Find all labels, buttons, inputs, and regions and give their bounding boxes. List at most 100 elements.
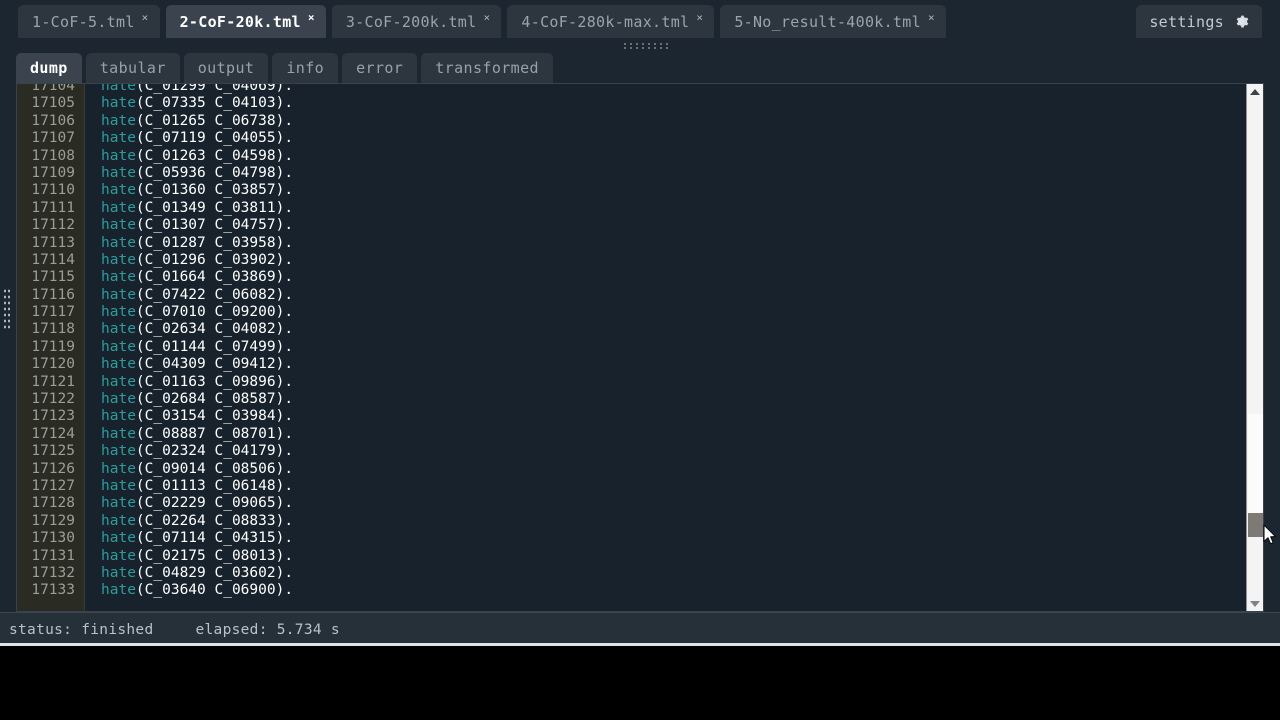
tab-error[interactable]: error <box>342 53 418 83</box>
arguments-token: (C_07010 C_09200). <box>135 304 294 321</box>
arguments-token: (C_01307 C_04757). <box>135 217 294 234</box>
line-number: 17119 <box>31 338 75 355</box>
tab-info[interactable]: info <box>272 53 339 83</box>
predicate-token: hate <box>101 321 136 338</box>
file-tab-3[interactable]: 3-CoF-200k.tml × <box>331 5 502 38</box>
predicate-token: hate <box>101 304 136 321</box>
line-number: 17125 <box>31 443 75 460</box>
code-line: hate(C_02229 C_09065). <box>101 495 1246 512</box>
scroll-down-button[interactable] <box>1246 596 1263 611</box>
predicate-token: hate <box>101 234 136 251</box>
arguments-token: (C_02175 C_08013). <box>135 547 294 564</box>
line-number-gutter: 17104 17105 17106 17107 17108 17109 17110 17111… <box>17 84 85 611</box>
vertical-scrollbar[interactable] <box>1246 84 1263 611</box>
line-number: 17127 <box>31 477 75 494</box>
predicate-token: hate <box>101 199 136 216</box>
code-line: hate(C_01360 C_03857). <box>101 182 1246 199</box>
close-icon[interactable]: × <box>308 11 315 24</box>
tab-transformed[interactable]: transformed <box>421 53 553 83</box>
predicate-token: hate <box>101 425 136 442</box>
code-line: hate(C_01299 C_04069). <box>101 84 1246 95</box>
line-number: 17115 <box>31 269 75 286</box>
tab-tabular[interactable]: tabular <box>85 53 180 83</box>
arguments-token: (C_01664 C_03869). <box>135 269 294 286</box>
tab-dump[interactable]: dump <box>16 53 82 83</box>
code-line: hate(C_05936 C_04798). <box>101 165 1246 182</box>
arguments-token: (C_03154 C_03984). <box>135 408 294 425</box>
scrollbar-track[interactable] <box>1248 414 1263 513</box>
tab-output[interactable]: output <box>183 53 269 83</box>
result-panel: dump tabular output info error transform… <box>0 46 1280 612</box>
scrollbar-thumb[interactable] <box>1248 513 1263 537</box>
arguments-token: (C_01296 C_03902). <box>135 251 294 268</box>
line-number: 17111 <box>31 199 75 216</box>
status-text: status: finished <box>9 621 154 638</box>
code-line: hate(C_01163 C_09896). <box>101 374 1246 391</box>
arguments-token: (C_09014 C_08506). <box>135 460 294 477</box>
predicate-token: hate <box>101 217 136 234</box>
arguments-token: (C_01287 C_03958). <box>135 234 294 251</box>
chevron-up-icon <box>1250 88 1260 95</box>
line-number: 17116 <box>31 286 75 303</box>
close-icon[interactable]: × <box>142 11 149 24</box>
vertical-drag-handle[interactable] <box>3 288 12 330</box>
chevron-down-icon <box>1250 600 1260 607</box>
arguments-token: (C_01360 C_03857). <box>135 182 294 199</box>
code-line: hate(C_02684 C_08587). <box>101 391 1246 408</box>
close-icon[interactable]: × <box>696 11 703 24</box>
file-tab-label: 5-No_result-400k.tml <box>734 12 921 31</box>
arguments-token: (C_07114 C_04315). <box>135 530 294 547</box>
line-number: 17124 <box>31 425 75 442</box>
scroll-up-button[interactable] <box>1246 84 1263 99</box>
line-number: 17132 <box>31 564 75 581</box>
code-line: hate(C_04309 C_09412). <box>101 356 1246 373</box>
dump-view: 17104 17105 17106 17107 17108 17109 17110 17111… <box>16 83 1264 612</box>
arguments-token: (C_07335 C_04103). <box>135 95 294 112</box>
arguments-token: (C_01299 C_04069). <box>135 84 294 94</box>
predicate-token: hate <box>101 530 136 547</box>
code-line: hate(C_09014 C_08506). <box>101 461 1246 478</box>
horizontal-drag-handle[interactable] <box>622 42 668 49</box>
line-number: 17120 <box>31 356 75 373</box>
code-scroll-area[interactable]: 17104 17105 17106 17107 17108 17109 17110 17111… <box>17 84 1246 611</box>
line-number: 17121 <box>31 373 75 390</box>
close-icon[interactable]: × <box>928 11 935 24</box>
arguments-token: (C_02634 C_04082). <box>135 321 294 338</box>
code-line: hate(C_01265 C_06738). <box>101 113 1246 130</box>
arguments-token: (C_02229 C_09065). <box>135 495 294 512</box>
predicate-token: hate <box>101 164 136 181</box>
line-number: 17108 <box>31 147 75 164</box>
line-number: 17130 <box>31 530 75 547</box>
file-tab-2[interactable]: 2-CoF-20k.tml × <box>165 5 326 38</box>
arguments-token: (C_07422 C_06082). <box>135 286 294 303</box>
file-tab-4[interactable]: 4-CoF-280k-max.tml × <box>507 5 715 38</box>
settings-button[interactable]: settings <box>1136 5 1262 38</box>
code-line: hate(C_03640 C_06900). <box>101 582 1246 599</box>
code-line: hate(C_02634 C_04082). <box>101 321 1246 338</box>
predicate-token: hate <box>101 84 136 94</box>
line-number: 17113 <box>31 234 75 251</box>
arguments-token: (C_01265 C_06738). <box>135 112 294 129</box>
predicate-token: hate <box>101 408 136 425</box>
arguments-token: (C_02324 C_04179). <box>135 443 294 460</box>
predicate-token: hate <box>101 147 136 164</box>
file-tab-label: 4-CoF-280k-max.tml <box>521 12 690 31</box>
line-number: 17131 <box>31 547 75 564</box>
line-number: 17128 <box>31 495 75 512</box>
code-line: hate(C_01263 C_04598). <box>101 148 1246 165</box>
predicate-token: hate <box>101 251 136 268</box>
file-tab-1[interactable]: 1-CoF-5.tml × <box>18 5 160 38</box>
code-line: hate(C_04829 C_03602). <box>101 565 1246 582</box>
result-tab-bar: dump tabular output info error transform… <box>16 46 1264 83</box>
line-number: 17129 <box>31 512 75 529</box>
close-icon[interactable]: × <box>483 11 490 24</box>
arguments-token: (C_01349 C_03811). <box>135 199 294 216</box>
line-number: 17112 <box>31 217 75 234</box>
predicate-token: hate <box>101 286 136 303</box>
line-number: 17104 <box>31 84 75 94</box>
file-tab-5[interactable]: 5-No_result-400k.tml × <box>720 5 946 38</box>
predicate-token: hate <box>101 112 136 129</box>
arguments-token: (C_03640 C_06900). <box>135 582 294 599</box>
line-number: 17107 <box>31 130 75 147</box>
arguments-token: (C_07119 C_04055). <box>135 130 294 147</box>
